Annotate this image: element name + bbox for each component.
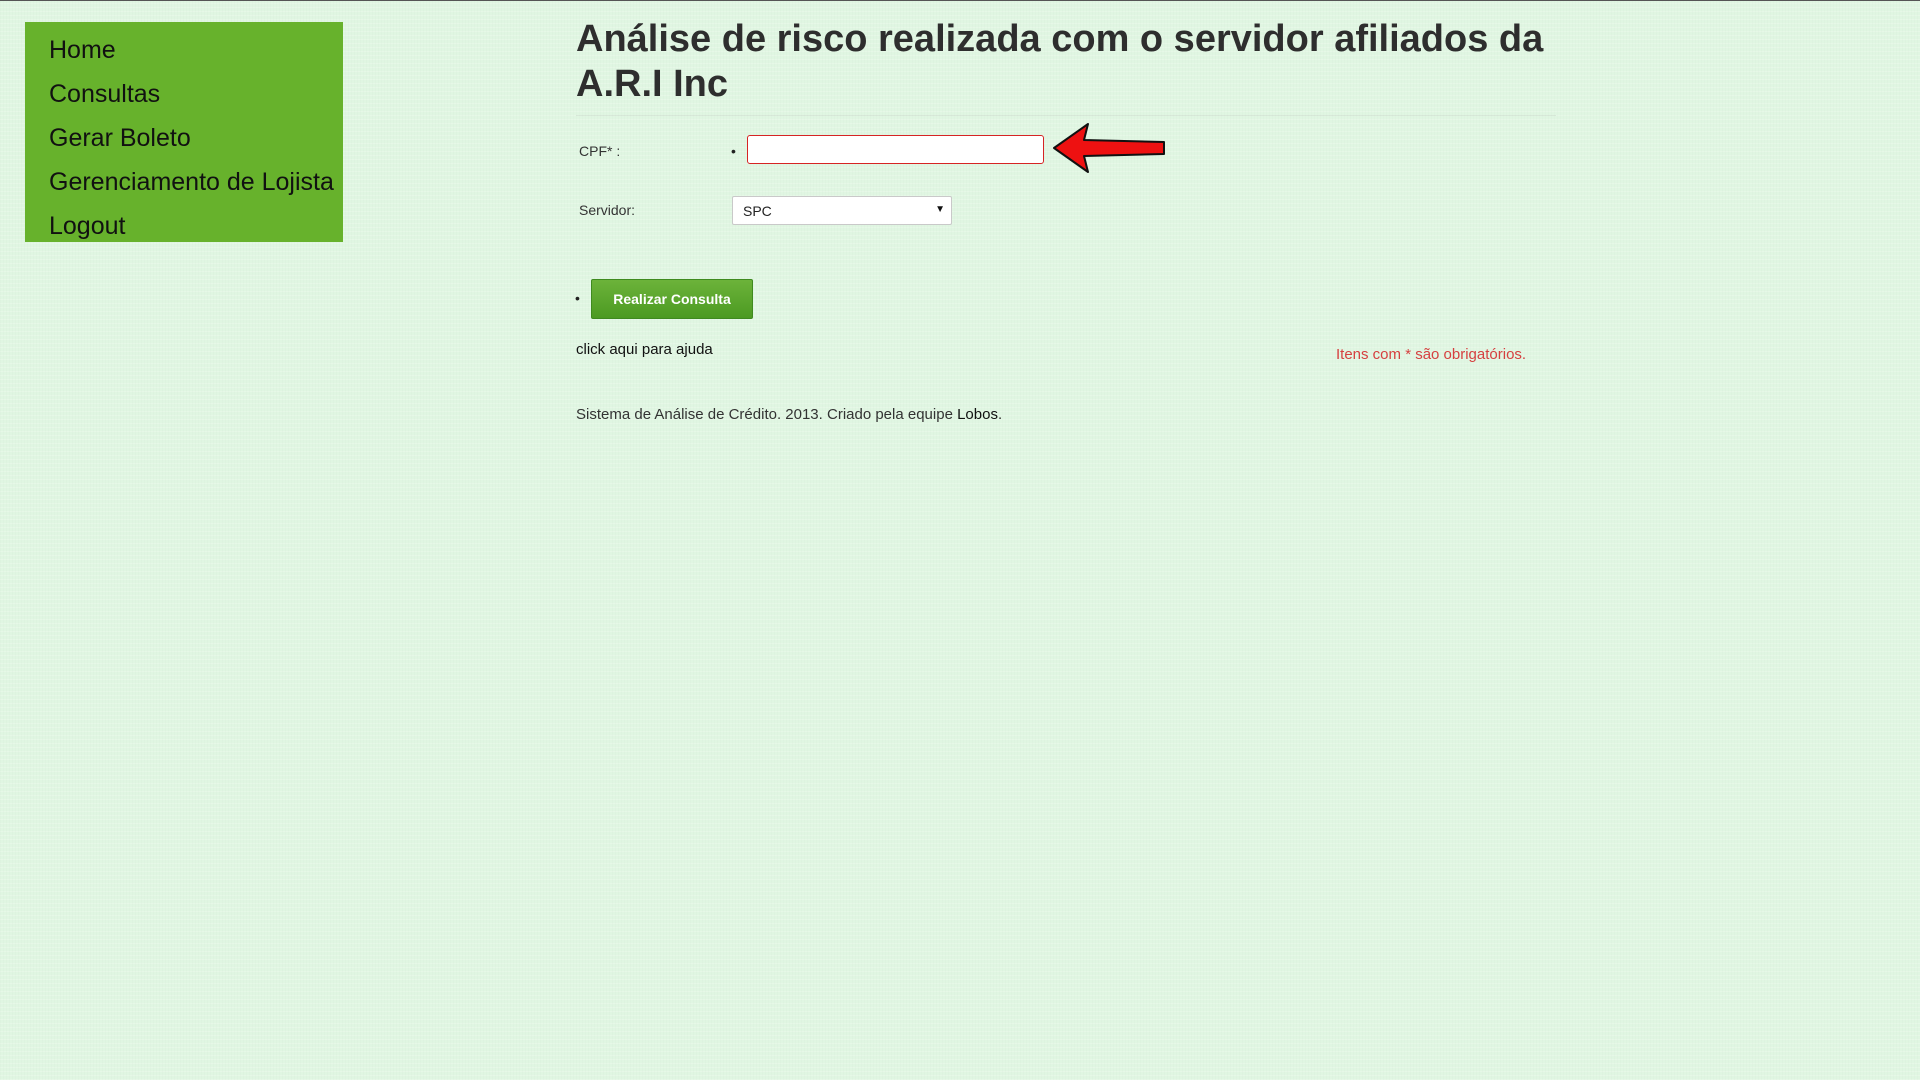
red-arrow-icon bbox=[1053, 123, 1165, 173]
nav-item-logout[interactable]: Logout bbox=[49, 204, 343, 248]
realizar-consulta-button[interactable]: Realizar Consulta bbox=[591, 279, 753, 319]
server-select[interactable]: SPC ▼ bbox=[732, 196, 952, 225]
submit-bullet: • bbox=[575, 290, 580, 306]
cpf-label: CPF* : bbox=[579, 143, 621, 159]
server-select-value: SPC bbox=[743, 203, 772, 219]
page-title: Análise de risco realizada com o servido… bbox=[576, 17, 1556, 116]
cpf-input[interactable] bbox=[747, 135, 1044, 164]
required-fields-note: Itens com * são obrigatórios. bbox=[1336, 346, 1527, 363]
nav-item-gerar-boleto[interactable]: Gerar Boleto bbox=[49, 116, 343, 160]
footer-text: Sistema de Análise de Crédito. 2013. Cri… bbox=[576, 406, 958, 423]
cpf-bullet: • bbox=[731, 143, 736, 159]
footer-suffix: . bbox=[997, 406, 1003, 423]
nav-item-home[interactable]: Home bbox=[49, 28, 343, 72]
server-label: Servidor: bbox=[579, 202, 636, 218]
sidebar-menu: Home Consultas Gerar Boleto Gerenciament… bbox=[25, 22, 343, 242]
footer-link-lobos[interactable]: Lobos bbox=[957, 406, 998, 423]
nav-item-gerenciamento-lojista[interactable]: Gerenciamento de Lojista bbox=[49, 160, 343, 204]
chevron-down-icon: ▼ bbox=[935, 204, 945, 215]
help-link[interactable]: click aqui para ajuda bbox=[576, 341, 713, 358]
nav-item-consultas[interactable]: Consultas bbox=[49, 72, 343, 116]
footer: Sistema de Análise de Crédito. 2013. Cri… bbox=[576, 406, 1002, 423]
